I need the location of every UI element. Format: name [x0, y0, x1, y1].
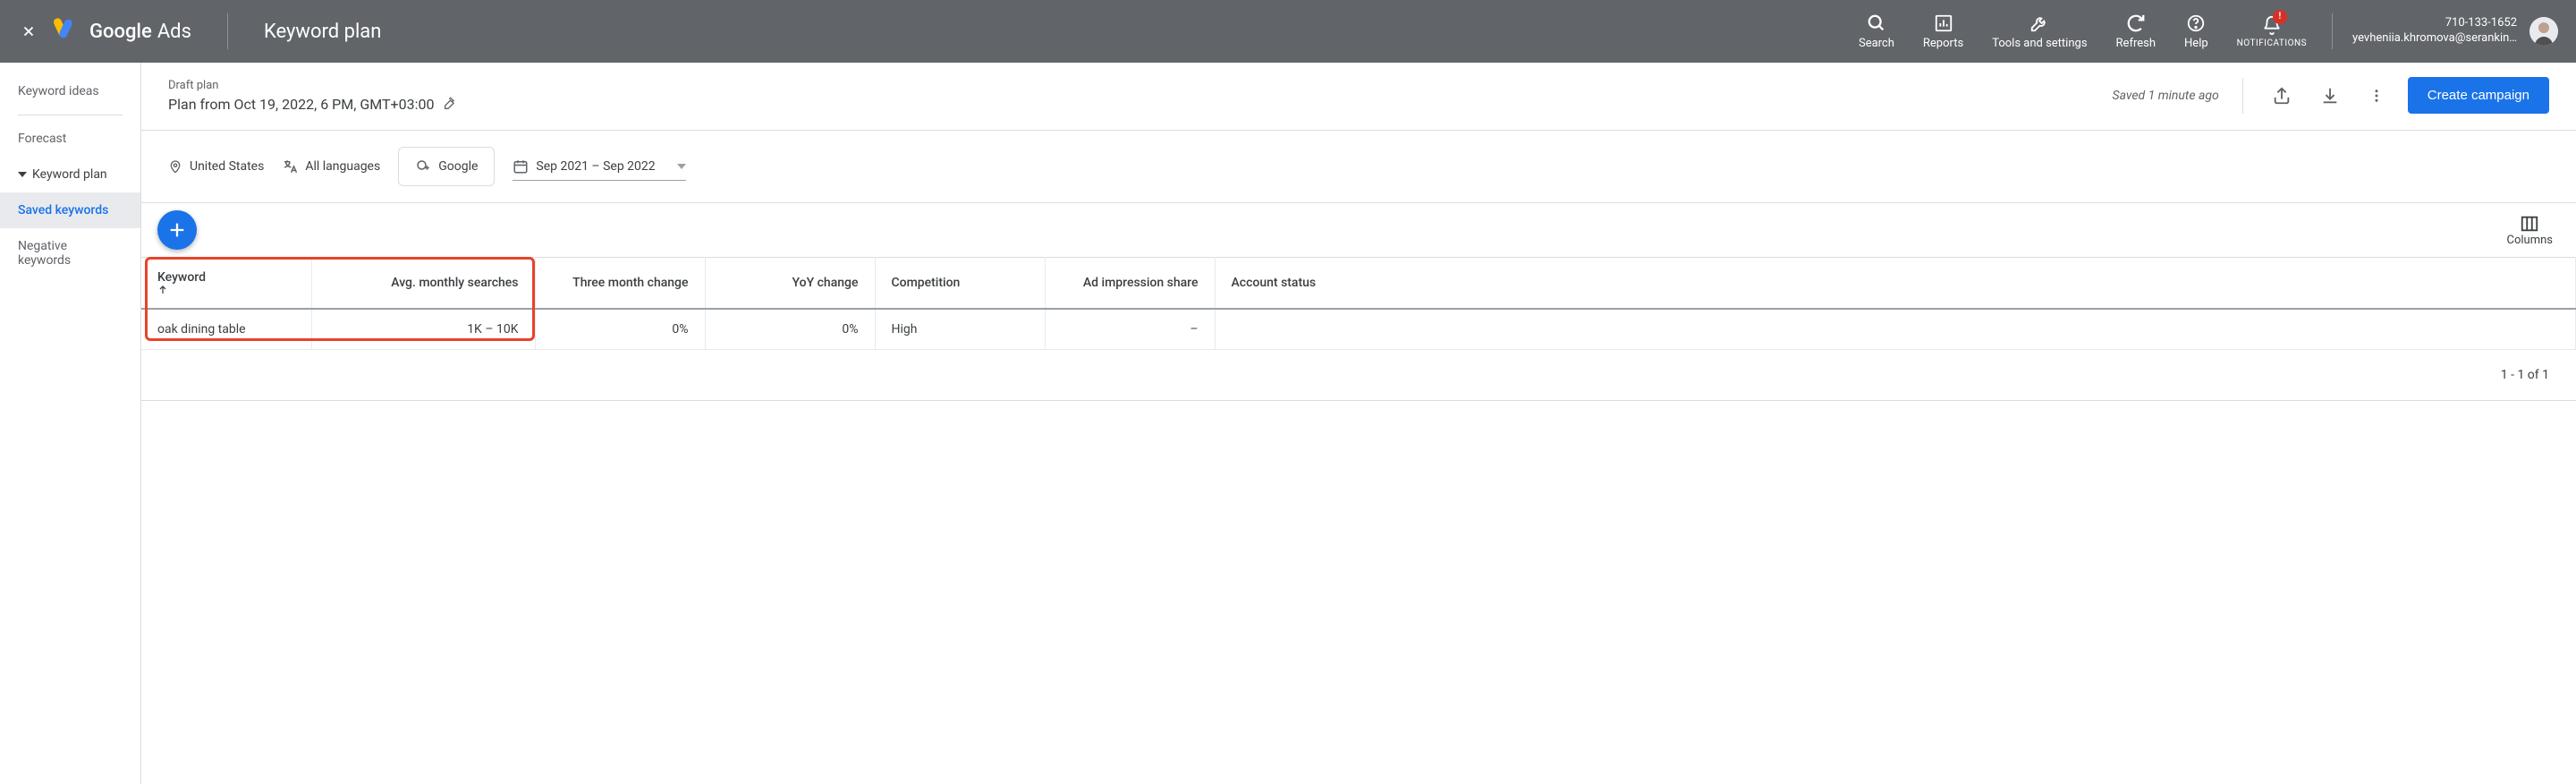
- share-button[interactable]: [2267, 81, 2297, 111]
- create-campaign-button[interactable]: Create campaign: [2408, 77, 2549, 114]
- divider: [2242, 78, 2243, 114]
- plan-name: Plan from Oct 19, 2022, 6 PM, GMT+03:00: [168, 96, 434, 113]
- search-action[interactable]: Search: [1844, 12, 1909, 51]
- cell-account-status: [1215, 309, 2576, 350]
- col-keyword[interactable]: Keyword: [141, 258, 311, 310]
- col-three-month[interactable]: Three month change: [535, 258, 705, 310]
- refresh-icon: [2126, 12, 2146, 35]
- cell-impression: –: [1045, 309, 1215, 350]
- saved-status: Saved 1 minute ago: [2113, 89, 2219, 103]
- help-icon: [2186, 12, 2206, 35]
- user-info[interactable]: 710-133-1652 yevheniia.khromova@serankin…: [2343, 16, 2526, 47]
- language-icon: [282, 158, 298, 175]
- reports-action[interactable]: Reports: [1909, 12, 1978, 51]
- pager: 1 - 1 of 1: [141, 350, 2576, 400]
- draft-label: Draft plan: [168, 79, 455, 92]
- col-account-status[interactable]: Account status: [1215, 258, 2576, 310]
- date-range-filter[interactable]: Sep 2021 – Sep 2022: [513, 153, 685, 181]
- close-button[interactable]: [18, 21, 39, 42]
- language-filter[interactable]: All languages: [282, 158, 380, 175]
- keywords-table: Keyword Avg. monthly searches Three mont…: [141, 257, 2576, 350]
- search-icon: [1867, 12, 1886, 35]
- table-row[interactable]: oak dining table 1K – 10K 0% 0% High –: [141, 309, 2576, 350]
- divider: [141, 400, 2576, 401]
- edit-name-button[interactable]: [441, 97, 455, 111]
- header-divider: [227, 13, 228, 49]
- help-action[interactable]: Help: [2170, 12, 2223, 51]
- col-avg-searches[interactable]: Avg. monthly searches: [311, 258, 535, 310]
- nav-keyword-plan[interactable]: Keyword plan: [0, 157, 140, 192]
- nav-forecast[interactable]: Forecast: [0, 121, 140, 157]
- cell-competition: High: [875, 309, 1045, 350]
- sort-ascending-icon: [157, 285, 295, 295]
- location-filter[interactable]: United States: [168, 159, 264, 174]
- brand-name-sub: Ads: [157, 21, 191, 43]
- notifications-action[interactable]: ! NOTIFICATIONS: [2223, 13, 2321, 49]
- sidebar: Keyword ideas Forecast Keyword plan Save…: [0, 63, 141, 784]
- col-competition[interactable]: Competition: [875, 258, 1045, 310]
- wrench-icon: [2029, 12, 2049, 35]
- columns-icon: [2520, 214, 2539, 234]
- cell-yoy: 0%: [705, 309, 875, 350]
- nav-negative-keywords[interactable]: Negative keywords: [0, 228, 140, 278]
- col-yoy[interactable]: YoY change: [705, 258, 875, 310]
- caret-down-icon: [18, 172, 27, 177]
- location-icon: [168, 159, 182, 174]
- brand-logo: Google Ads: [54, 19, 191, 44]
- cell-three-month: 0%: [535, 309, 705, 350]
- nav-saved-keywords[interactable]: Saved keywords: [0, 192, 140, 228]
- chevron-down-icon: [677, 164, 686, 169]
- user-email: yevheniia.khromova@serankin…: [2352, 31, 2517, 47]
- download-button[interactable]: [2315, 81, 2345, 111]
- refresh-action[interactable]: Refresh: [2102, 12, 2170, 51]
- bell-icon: !: [2262, 13, 2282, 37]
- col-impression-share[interactable]: Ad impression share: [1045, 258, 1215, 310]
- tools-action[interactable]: Tools and settings: [1978, 12, 2101, 51]
- cell-keyword: oak dining table: [141, 309, 311, 350]
- nav-keyword-ideas[interactable]: Keyword ideas: [0, 73, 140, 109]
- notification-badge: !: [2273, 10, 2287, 24]
- account-id: 710-133-1652: [2352, 16, 2517, 31]
- page-title: Keyword plan: [264, 21, 381, 43]
- columns-button[interactable]: Columns: [2507, 214, 2559, 247]
- chart-icon: [1934, 12, 1953, 35]
- avatar[interactable]: [2529, 17, 2558, 46]
- header-divider: [2332, 13, 2333, 49]
- network-filter[interactable]: Google: [398, 147, 495, 186]
- cell-avg-searches: 1K – 10K: [311, 309, 535, 350]
- network-icon: [415, 158, 431, 175]
- add-keyword-button[interactable]: [157, 210, 197, 250]
- calendar-icon: [513, 158, 529, 175]
- brand-name-main: Google: [89, 21, 152, 43]
- more-button[interactable]: [2363, 82, 2390, 109]
- ads-logo-icon: [54, 19, 79, 44]
